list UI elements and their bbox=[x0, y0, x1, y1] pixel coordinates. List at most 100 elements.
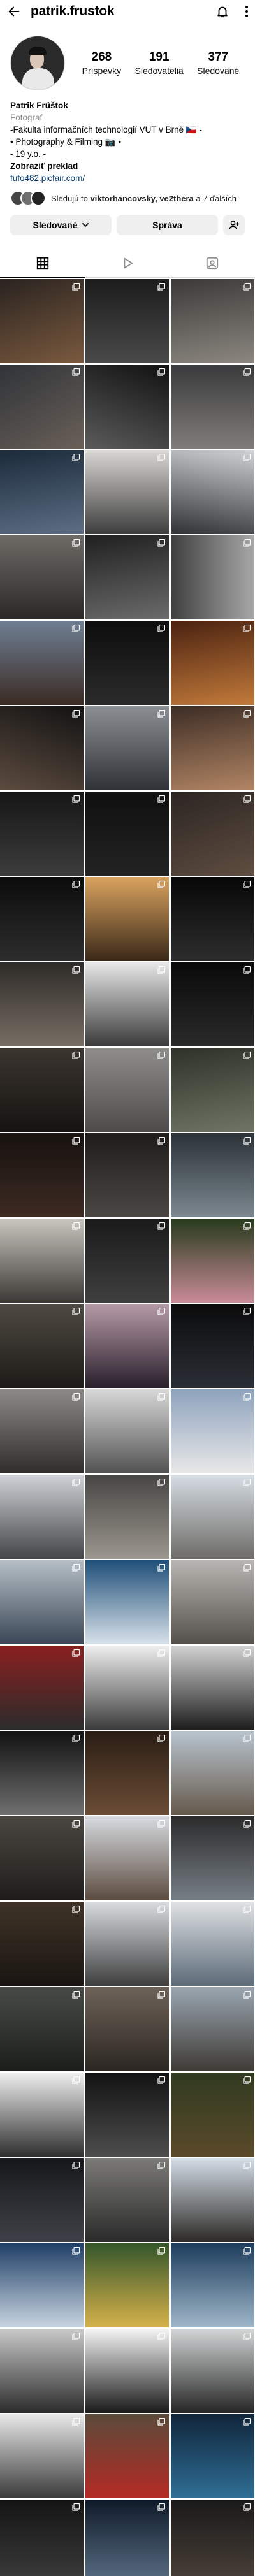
post-thumbnail[interactable] bbox=[0, 1219, 84, 1303]
post-thumbnail[interactable] bbox=[85, 1987, 169, 2071]
post-thumbnail[interactable] bbox=[171, 1048, 254, 1132]
carousel-icon bbox=[157, 2333, 165, 2340]
post-thumbnail[interactable] bbox=[171, 2158, 254, 2242]
post-thumbnail[interactable] bbox=[171, 279, 254, 363]
post-thumbnail[interactable] bbox=[171, 1902, 254, 1986]
post-thumbnail[interactable] bbox=[85, 1816, 169, 1900]
post-thumbnail[interactable] bbox=[0, 1816, 84, 1900]
post-thumbnail[interactable] bbox=[171, 1560, 254, 1644]
post-thumbnail[interactable] bbox=[85, 2329, 169, 2413]
post-thumbnail[interactable] bbox=[0, 1560, 84, 1644]
post-thumbnail[interactable] bbox=[85, 2500, 169, 2576]
post-thumbnail[interactable] bbox=[0, 2329, 84, 2413]
post-thumbnail[interactable] bbox=[0, 706, 84, 790]
post-thumbnail[interactable] bbox=[0, 2414, 84, 2498]
post-thumbnail[interactable] bbox=[85, 962, 169, 1046]
post-thumbnail[interactable] bbox=[0, 1133, 84, 1217]
post-thumbnail[interactable] bbox=[171, 535, 254, 619]
post-thumbnail[interactable] bbox=[171, 2500, 254, 2576]
post-thumbnail[interactable] bbox=[85, 877, 169, 961]
tab-reels[interactable] bbox=[85, 249, 170, 277]
post-thumbnail[interactable] bbox=[171, 877, 254, 961]
following-stat[interactable]: 377 Sledované bbox=[197, 50, 239, 76]
post-thumbnail[interactable] bbox=[85, 2073, 169, 2157]
post-thumbnail[interactable] bbox=[171, 365, 254, 449]
post-thumbnail[interactable] bbox=[0, 2158, 84, 2242]
website-link[interactable]: fufo482.picfair.com/ bbox=[10, 172, 245, 184]
post-thumbnail[interactable] bbox=[85, 450, 169, 534]
post-thumbnail[interactable] bbox=[85, 1048, 169, 1132]
post-thumbnail[interactable] bbox=[171, 2414, 254, 2498]
post-thumbnail[interactable] bbox=[85, 1389, 169, 1473]
post-thumbnail[interactable] bbox=[171, 1816, 254, 1900]
post-thumbnail[interactable] bbox=[171, 1389, 254, 1473]
carousel-icon bbox=[243, 625, 251, 632]
post-thumbnail[interactable] bbox=[85, 1902, 169, 1986]
post-thumbnail[interactable] bbox=[171, 450, 254, 534]
posts-stat[interactable]: 268 Príspevky bbox=[82, 50, 121, 76]
post-thumbnail[interactable] bbox=[171, 1133, 254, 1217]
following-button[interactable]: Sledované bbox=[10, 215, 112, 235]
post-thumbnail[interactable] bbox=[85, 1304, 169, 1388]
more-vertical-icon[interactable] bbox=[245, 4, 249, 18]
post-thumbnail[interactable] bbox=[171, 1304, 254, 1388]
post-thumbnail[interactable] bbox=[85, 365, 169, 449]
post-thumbnail[interactable] bbox=[0, 1731, 84, 1815]
post-thumbnail[interactable] bbox=[171, 1731, 254, 1815]
post-thumbnail[interactable] bbox=[0, 2500, 84, 2576]
followers-stat[interactable]: 191 Sledovatelia bbox=[135, 50, 184, 76]
post-thumbnail[interactable] bbox=[85, 2158, 169, 2242]
post-thumbnail[interactable] bbox=[85, 2414, 169, 2498]
tab-tagged[interactable] bbox=[170, 249, 255, 277]
post-thumbnail[interactable] bbox=[85, 1133, 169, 1217]
tab-posts-grid[interactable] bbox=[0, 249, 85, 278]
post-thumbnail[interactable] bbox=[171, 621, 254, 705]
carousel-icon bbox=[243, 1820, 251, 1828]
post-thumbnail[interactable] bbox=[85, 1475, 169, 1559]
post-thumbnail[interactable] bbox=[171, 2329, 254, 2413]
post-thumbnail[interactable] bbox=[0, 450, 84, 534]
post-thumbnail[interactable] bbox=[85, 535, 169, 619]
mutual-followers[interactable]: Sledujú to viktorhancovsky, ve2thera a 7… bbox=[0, 184, 255, 206]
post-thumbnail[interactable] bbox=[85, 1560, 169, 1644]
post-thumbnail[interactable] bbox=[0, 1304, 84, 1388]
post-thumbnail[interactable] bbox=[171, 792, 254, 876]
show-translation-link[interactable]: Zobraziť preklad bbox=[10, 160, 245, 172]
post-thumbnail[interactable] bbox=[171, 1987, 254, 2071]
post-thumbnail[interactable] bbox=[0, 1389, 84, 1473]
post-thumbnail[interactable] bbox=[85, 2243, 169, 2327]
post-thumbnail[interactable] bbox=[171, 962, 254, 1046]
post-thumbnail[interactable] bbox=[171, 1646, 254, 1730]
post-thumbnail[interactable] bbox=[0, 1646, 84, 1730]
post-thumbnail[interactable] bbox=[0, 1987, 84, 2071]
post-thumbnail[interactable] bbox=[85, 792, 169, 876]
suggested-users-button[interactable] bbox=[223, 215, 245, 235]
post-thumbnail[interactable] bbox=[0, 877, 84, 961]
post-thumbnail[interactable] bbox=[0, 2073, 84, 2157]
message-button[interactable]: Správa bbox=[117, 215, 218, 235]
post-thumbnail[interactable] bbox=[85, 621, 169, 705]
post-thumbnail[interactable] bbox=[0, 1902, 84, 1986]
post-thumbnail[interactable] bbox=[0, 1048, 84, 1132]
post-thumbnail[interactable] bbox=[0, 1475, 84, 1559]
avatar[interactable] bbox=[10, 36, 65, 90]
bell-icon[interactable] bbox=[215, 4, 229, 18]
post-thumbnail[interactable] bbox=[0, 365, 84, 449]
post-thumbnail[interactable] bbox=[0, 279, 84, 363]
post-thumbnail[interactable] bbox=[85, 706, 169, 790]
post-thumbnail[interactable] bbox=[171, 706, 254, 790]
post-thumbnail[interactable] bbox=[85, 1731, 169, 1815]
post-thumbnail[interactable] bbox=[85, 1646, 169, 1730]
back-arrow-icon[interactable] bbox=[6, 4, 22, 19]
post-thumbnail[interactable] bbox=[0, 962, 84, 1046]
post-thumbnail[interactable] bbox=[171, 2073, 254, 2157]
post-thumbnail[interactable] bbox=[0, 621, 84, 705]
post-thumbnail[interactable] bbox=[171, 2243, 254, 2327]
post-thumbnail[interactable] bbox=[0, 2243, 84, 2327]
post-thumbnail[interactable] bbox=[85, 1219, 169, 1303]
post-thumbnail[interactable] bbox=[85, 279, 169, 363]
post-thumbnail[interactable] bbox=[0, 792, 84, 876]
post-thumbnail[interactable] bbox=[171, 1475, 254, 1559]
post-thumbnail[interactable] bbox=[171, 1219, 254, 1303]
post-thumbnail[interactable] bbox=[0, 535, 84, 619]
